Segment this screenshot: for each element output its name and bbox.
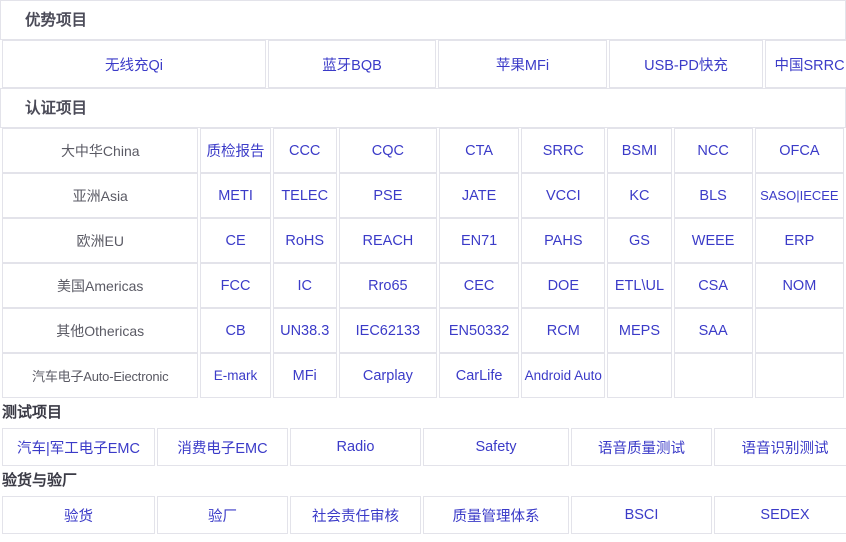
testing-item[interactable]: 汽车|军工电子EMC xyxy=(2,428,155,466)
region-label: 其他Othericas xyxy=(2,308,198,353)
section-header-inspection: 验货与验厂 xyxy=(0,466,846,496)
cert-item[interactable]: CQC xyxy=(339,128,437,173)
cert-item[interactable]: TELEC xyxy=(273,173,337,218)
section-header-testing: 测试项目 xyxy=(0,398,846,428)
cert-item[interactable]: BSMI xyxy=(607,128,671,173)
testing-row: 汽车|军工电子EMC 消费电子EMC Radio Safety 语音质量测试 语… xyxy=(2,428,846,466)
inspection-table: 验货 验厂 社会责任审核 质量管理体系 BSCI SEDEX xyxy=(0,496,846,534)
cert-item[interactable]: RoHS xyxy=(273,218,337,263)
cert-item[interactable]: ETL\UL xyxy=(607,263,671,308)
advantage-item[interactable]: 蓝牙BQB xyxy=(268,40,436,88)
table-row: 亚洲Asia METI TELEC PSE JATE VCCI KC BLS S… xyxy=(2,173,844,218)
inspection-item[interactable]: 验厂 xyxy=(157,496,288,534)
cert-item[interactable]: UN38.3 xyxy=(273,308,337,353)
inspection-row: 验货 验厂 社会责任审核 质量管理体系 BSCI SEDEX xyxy=(2,496,846,534)
advantage-item[interactable]: 无线充Qi xyxy=(2,40,266,88)
cert-item-empty[interactable] xyxy=(755,308,844,353)
cert-item-empty[interactable] xyxy=(755,353,844,398)
testing-item[interactable]: 语音识别测试 xyxy=(714,428,846,466)
certification-overview-page: 优势项目 无线充Qi 蓝牙BQB 苹果MFi USB-PD快充 中国SRRC 认… xyxy=(0,0,846,542)
inspection-item[interactable]: BSCI xyxy=(571,496,712,534)
cert-item[interactable]: CSA xyxy=(674,263,753,308)
cert-item[interactable]: Rro65 xyxy=(339,263,437,308)
cert-item[interactable]: WEEE xyxy=(674,218,753,263)
cert-item[interactable]: IEC62133 xyxy=(339,308,437,353)
inspection-item[interactable]: 社会责任审核 xyxy=(290,496,421,534)
testing-item[interactable]: Safety xyxy=(423,428,569,466)
table-row: 欧洲EU CE RoHS REACH EN71 PAHS GS WEEE ERP xyxy=(2,218,844,263)
cert-item[interactable]: EN50332 xyxy=(439,308,519,353)
region-label: 亚洲Asia xyxy=(2,173,198,218)
advantage-item[interactable]: 中国SRRC xyxy=(765,40,846,88)
table-row: 汽车电子Auto-Eiectronic E-mark MFi Carplay C… xyxy=(2,353,844,398)
cert-item[interactable]: E-mark xyxy=(200,353,270,398)
cert-item[interactable]: NOM xyxy=(755,263,844,308)
cert-item[interactable]: REACH xyxy=(339,218,437,263)
advantage-table: 无线充Qi 蓝牙BQB 苹果MFi USB-PD快充 中国SRRC xyxy=(0,40,846,88)
inspection-item[interactable]: 验货 xyxy=(2,496,155,534)
cert-item[interactable]: OFCA xyxy=(755,128,844,173)
section-header-certification: 认证项目 xyxy=(0,88,846,128)
table-row: 其他Othericas CB UN38.3 IEC62133 EN50332 R… xyxy=(2,308,844,353)
inspection-item[interactable]: SEDEX xyxy=(714,496,846,534)
cert-item[interactable]: IC xyxy=(273,263,337,308)
cert-item[interactable]: 质检报告 xyxy=(200,128,270,173)
table-row: 美国Americas FCC IC Rro65 CEC DOE ETL\UL C… xyxy=(2,263,844,308)
cert-item[interactable]: CEC xyxy=(439,263,519,308)
cert-item[interactable]: CTA xyxy=(439,128,519,173)
testing-item[interactable]: 消费电子EMC xyxy=(157,428,288,466)
cert-item-empty[interactable] xyxy=(607,353,671,398)
region-label: 欧洲EU xyxy=(2,218,198,263)
advantage-item[interactable]: USB-PD快充 xyxy=(609,40,763,88)
cert-item[interactable]: RCM xyxy=(521,308,605,353)
testing-item[interactable]: 语音质量测试 xyxy=(571,428,712,466)
certification-table: 大中华China 质检报告 CCC CQC CTA SRRC BSMI NCC … xyxy=(0,128,846,398)
cert-item[interactable]: SRRC xyxy=(521,128,605,173)
advantage-row: 无线充Qi 蓝牙BQB 苹果MFi USB-PD快充 中国SRRC xyxy=(2,40,846,88)
region-label: 大中华China xyxy=(2,128,198,173)
cert-item[interactable]: ERP xyxy=(755,218,844,263)
cert-item[interactable]: GS xyxy=(607,218,671,263)
region-label: 汽车电子Auto-Eiectronic xyxy=(2,353,198,398)
cert-item[interactable]: CCC xyxy=(273,128,337,173)
cert-item[interactable]: PAHS xyxy=(521,218,605,263)
cert-item[interactable]: SAA xyxy=(674,308,753,353)
cert-item-empty[interactable] xyxy=(674,353,753,398)
cert-item[interactable]: PSE xyxy=(339,173,437,218)
cert-item[interactable]: JATE xyxy=(439,173,519,218)
cert-item[interactable]: CB xyxy=(200,308,270,353)
cert-item[interactable]: MEPS xyxy=(607,308,671,353)
cert-item[interactable]: EN71 xyxy=(439,218,519,263)
testing-item[interactable]: Radio xyxy=(290,428,421,466)
cert-item[interactable]: SASO|IECEE xyxy=(755,173,844,218)
section-header-advantage: 优势项目 xyxy=(0,0,846,40)
testing-table: 汽车|军工电子EMC 消费电子EMC Radio Safety 语音质量测试 语… xyxy=(0,428,846,466)
cert-item[interactable]: Android Auto xyxy=(521,353,605,398)
cert-item[interactable]: CE xyxy=(200,218,270,263)
cert-item[interactable]: NCC xyxy=(674,128,753,173)
cert-item[interactable]: BLS xyxy=(674,173,753,218)
table-row: 大中华China 质检报告 CCC CQC CTA SRRC BSMI NCC … xyxy=(2,128,844,173)
cert-item[interactable]: DOE xyxy=(521,263,605,308)
cert-item[interactable]: MFi xyxy=(273,353,337,398)
region-label: 美国Americas xyxy=(2,263,198,308)
inspection-item[interactable]: 质量管理体系 xyxy=(423,496,569,534)
advantage-item[interactable]: 苹果MFi xyxy=(438,40,607,88)
cert-item[interactable]: CarLife xyxy=(439,353,519,398)
cert-item[interactable]: METI xyxy=(200,173,270,218)
cert-item[interactable]: VCCI xyxy=(521,173,605,218)
cert-item[interactable]: KC xyxy=(607,173,671,218)
cert-item[interactable]: Carplay xyxy=(339,353,437,398)
cert-item[interactable]: FCC xyxy=(200,263,270,308)
